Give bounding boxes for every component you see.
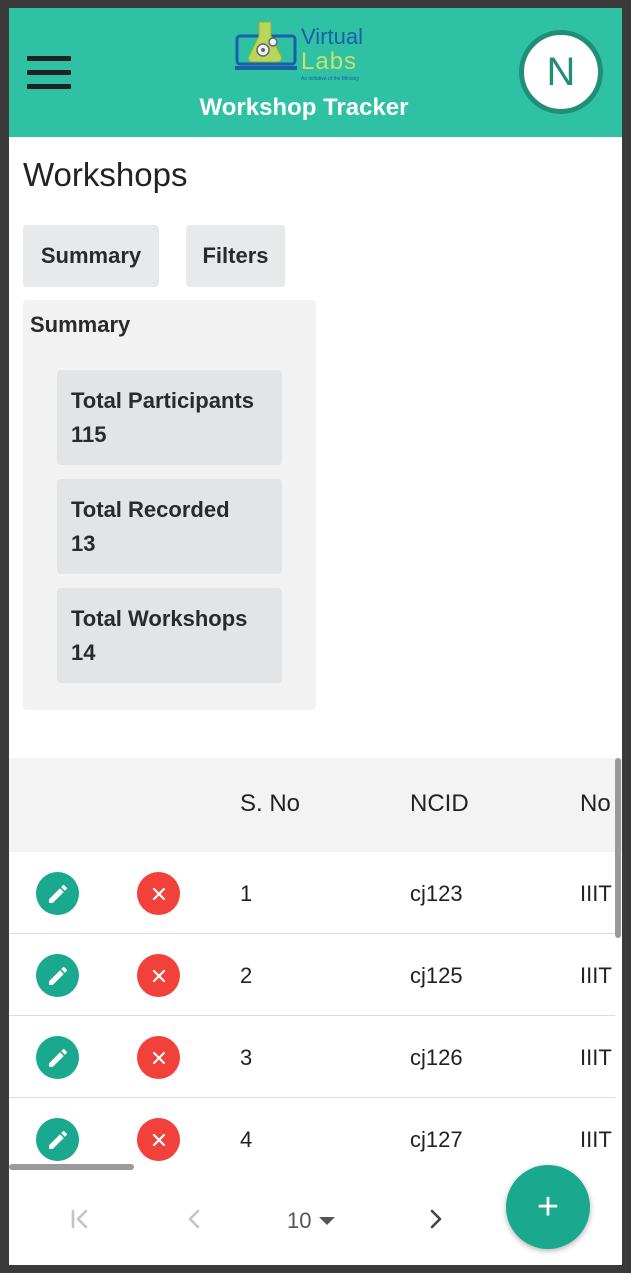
table-row: 3 cj126 IIIT bbox=[9, 1016, 615, 1098]
prev-page-button[interactable] bbox=[178, 1202, 212, 1236]
stat-card-workshops: Total Workshops 14 bbox=[57, 588, 282, 683]
stat-value: 115 bbox=[71, 422, 107, 447]
delete-button[interactable] bbox=[137, 1036, 180, 1079]
close-icon bbox=[152, 969, 165, 982]
first-page-icon bbox=[71, 1209, 88, 1229]
cell-name: IIIT bbox=[580, 881, 612, 906]
cell-ncid: cj126 bbox=[410, 1045, 463, 1070]
stat-value: 14 bbox=[71, 640, 96, 665]
vertical-scrollbar[interactable] bbox=[615, 758, 621, 938]
virtual-labs-logo: Virtual Labs An initiative of the Minist… bbox=[235, 18, 375, 90]
summary-heading: Summary bbox=[30, 312, 131, 337]
user-avatar[interactable]: N bbox=[519, 30, 603, 114]
cell-sno: 1 bbox=[240, 881, 253, 906]
pencil-icon bbox=[48, 884, 67, 903]
cell-name: IIIT bbox=[580, 1045, 612, 1070]
delete-button[interactable] bbox=[137, 872, 180, 915]
horizontal-scrollbar[interactable] bbox=[9, 1164, 134, 1170]
page-size-select[interactable]: 10 bbox=[287, 1208, 336, 1234]
app-frame: Virtual Labs An initiative of the Minist… bbox=[9, 8, 622, 1265]
column-header-ncid[interactable]: NCID bbox=[410, 790, 469, 818]
cell-sno: 4 bbox=[240, 1127, 253, 1152]
cell-ncid: cj127 bbox=[410, 1127, 463, 1152]
edit-button[interactable] bbox=[36, 1118, 79, 1161]
table-row: 1 cj123 IIIT bbox=[9, 852, 615, 934]
stat-label: Total Recorded bbox=[71, 497, 230, 522]
logo-word-virtual: Virtual bbox=[301, 24, 363, 49]
tab-filters[interactable]: Filters bbox=[186, 225, 285, 287]
prev-page-icon bbox=[188, 1209, 200, 1229]
close-icon bbox=[152, 1133, 165, 1146]
dropdown-arrow-icon bbox=[319, 1217, 336, 1225]
table-row: 2 cj125 IIIT bbox=[9, 934, 615, 1016]
logo-word-labs: Labs bbox=[301, 48, 358, 75]
pencil-icon bbox=[48, 1048, 67, 1067]
column-header-name[interactable]: No bbox=[580, 790, 611, 818]
edit-button[interactable] bbox=[36, 1036, 79, 1079]
tab-summary[interactable]: Summary bbox=[23, 225, 159, 287]
close-icon bbox=[152, 1051, 165, 1064]
logo-tagline: An initiative of the Ministry bbox=[301, 76, 360, 82]
next-page-icon bbox=[430, 1209, 442, 1229]
stat-card-participants: Total Participants 115 bbox=[57, 370, 282, 465]
app-title: Workshop Tracker bbox=[199, 94, 409, 121]
cell-name: IIIT bbox=[580, 1127, 612, 1152]
menu-icon[interactable] bbox=[27, 56, 71, 90]
delete-button[interactable] bbox=[137, 1118, 180, 1161]
edit-button[interactable] bbox=[36, 954, 79, 997]
app-header: Virtual Labs An initiative of the Minist… bbox=[9, 8, 622, 137]
pencil-icon bbox=[48, 1130, 67, 1149]
column-header-sno[interactable]: S. No bbox=[240, 790, 300, 818]
stat-card-recorded: Total Recorded 13 bbox=[57, 479, 282, 574]
first-page-button[interactable] bbox=[63, 1202, 97, 1236]
table-header: S. No NCID No bbox=[9, 758, 622, 852]
pencil-icon bbox=[48, 966, 67, 985]
summary-panel: Summary Total Participants 115 Total Rec… bbox=[23, 300, 316, 710]
add-workshop-button[interactable]: + bbox=[506, 1165, 590, 1249]
stat-label: Total Participants bbox=[71, 388, 254, 413]
page-title: Workshops bbox=[23, 156, 188, 193]
stat-label: Total Workshops bbox=[71, 606, 248, 631]
delete-button[interactable] bbox=[137, 954, 180, 997]
page-size-value: 10 bbox=[287, 1208, 312, 1233]
flask-icon bbox=[235, 21, 297, 70]
cell-ncid: cj125 bbox=[410, 963, 463, 988]
stat-value: 13 bbox=[71, 531, 96, 556]
cell-sno: 3 bbox=[240, 1045, 253, 1070]
close-icon bbox=[152, 887, 165, 900]
cell-ncid: cj123 bbox=[410, 881, 463, 906]
next-page-button[interactable] bbox=[418, 1202, 452, 1236]
edit-button[interactable] bbox=[36, 872, 79, 915]
cell-sno: 2 bbox=[240, 963, 253, 988]
cell-name: IIIT bbox=[580, 963, 612, 988]
